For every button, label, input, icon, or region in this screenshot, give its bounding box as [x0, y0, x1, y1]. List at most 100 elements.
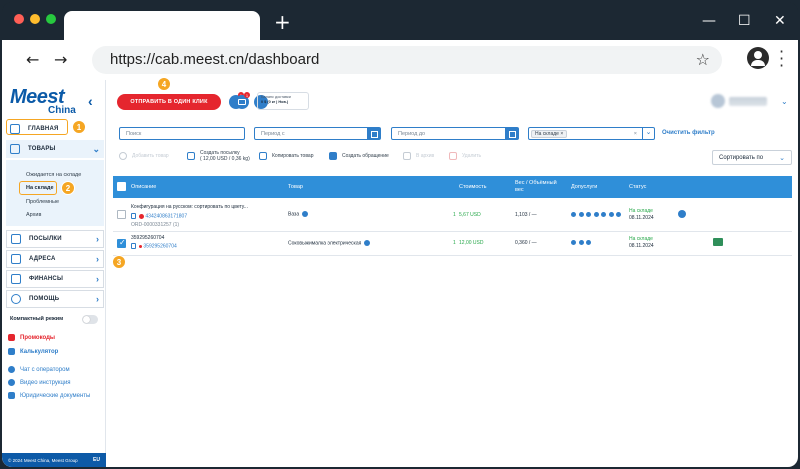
row-price: 12,00 USD	[459, 240, 484, 246]
archive-button[interactable]: В архив	[403, 152, 434, 160]
sidebar-item-addresses[interactable]: АДРЕСА ›	[6, 250, 104, 268]
row-tracking: 359295260704	[131, 243, 177, 249]
col-weight[interactable]: Вес / Объёмный вес	[515, 180, 561, 194]
col-product[interactable]: Товар	[288, 184, 303, 190]
main-content: ОТПРАВИТЬ В ОДИН КЛИК 1 Баланс доставки …	[107, 77, 798, 467]
address-bar: ← → https://cab.meest.cn/dashboard ☆ · · ·	[2, 40, 798, 80]
sidebar-item-products[interactable]: ТОВАРЫ ⌄	[6, 140, 104, 158]
chevron-down-icon: ⌄	[92, 143, 100, 154]
minimize-dot[interactable]	[30, 14, 40, 24]
url-field[interactable]: https://cab.meest.cn/dashboard ☆	[92, 46, 722, 74]
period-to-placeholder: Период до	[398, 130, 426, 137]
search-input[interactable]: Поиск	[119, 127, 245, 140]
minimize-window-button[interactable]: —	[702, 13, 716, 29]
sort-select[interactable]: Сортировать по ⌄	[712, 150, 792, 165]
service-icon[interactable]	[571, 212, 576, 217]
compact-mode-toggle[interactable]	[82, 315, 98, 324]
gift-icon	[8, 334, 15, 341]
bookmark-star-icon[interactable]: ☆	[696, 50, 710, 69]
service-icon[interactable]	[571, 240, 576, 245]
submenu-expected[interactable]: Ожидается на складе	[26, 172, 81, 178]
service-icon[interactable]	[616, 212, 621, 217]
clear-filter-link[interactable]: Очистить фильтр	[662, 130, 715, 136]
add-product-button[interactable]: Добавить товар	[119, 152, 169, 160]
tracking-link[interactable]: 359295260704	[143, 243, 176, 249]
status-tag: На складе ×	[531, 129, 568, 138]
calendar-icon[interactable]	[367, 128, 380, 139]
browser-menu-icon[interactable]: · · ·	[779, 44, 784, 74]
copy-icon[interactable]	[131, 243, 136, 249]
service-icon[interactable]	[593, 212, 599, 217]
sidebar-item-label: ПОСЫЛКИ	[29, 236, 62, 242]
submenu-archive[interactable]: Архив	[26, 212, 41, 218]
sidebar-item-label: ТОВАРЫ	[28, 146, 56, 152]
info-icon[interactable]	[364, 240, 371, 246]
service-icon[interactable]	[578, 240, 584, 245]
chevron-down-icon[interactable]: ⌄	[642, 128, 654, 139]
period-to-input[interactable]: Период до	[391, 127, 519, 140]
delete-button[interactable]: Удалить	[449, 152, 481, 160]
marker-2: 2	[61, 181, 75, 195]
create-parcel-button[interactable]: Создать посылку ( 12,00 USD / 0,36 kg)	[187, 150, 250, 162]
service-icon[interactable]	[586, 212, 591, 217]
send-one-click-button[interactable]: ОТПРАВИТЬ В ОДИН КЛИК	[117, 94, 221, 110]
service-icon[interactable]	[586, 240, 591, 245]
status-date: 08.11.2024	[629, 243, 654, 249]
tag-remove-icon[interactable]: ×	[560, 131, 563, 137]
info-icon[interactable]	[302, 211, 309, 217]
create-request-button[interactable]: Создать обращение	[329, 152, 389, 160]
profile-icon[interactable]	[747, 47, 769, 69]
table-row[interactable]: Конфигурация на русском: сортировать по …	[113, 198, 792, 232]
sidebar-item-finance[interactable]: ФИНАНСЫ ›	[6, 270, 104, 288]
forward-arrow-icon[interactable]: →	[54, 50, 67, 69]
language-switch[interactable]: EU	[93, 457, 100, 463]
submenu-problem[interactable]: Проблемные	[26, 199, 59, 205]
close-dot[interactable]	[14, 14, 24, 24]
plus-icon	[119, 152, 127, 160]
service-icon[interactable]	[608, 212, 614, 217]
calculator-link[interactable]: Калькулятор	[8, 348, 58, 355]
clear-select-icon[interactable]: ×	[634, 131, 637, 137]
chat-link[interactable]: Чат с оператором	[8, 366, 70, 373]
product-name: Ваза	[288, 211, 300, 218]
calendar-icon[interactable]	[505, 128, 518, 139]
status-select[interactable]: На складе × × ⌄	[528, 127, 655, 140]
select-all-checkbox[interactable]	[117, 182, 126, 191]
highlight-in-stock	[19, 181, 57, 195]
video-link[interactable]: Видео инструкция	[8, 379, 71, 386]
new-tab-button[interactable]: +	[274, 12, 291, 32]
calculator-label: Калькулятор	[20, 348, 59, 355]
sidebar-item-help[interactable]: ПОМОЩЬ ›	[6, 290, 104, 308]
user-menu[interactable]: ⌄	[711, 94, 788, 108]
delivery-balance: Баланс доставки 0 $ (0 кг | Нов.)	[257, 92, 309, 110]
tracking-link[interactable]: 434240863171807	[145, 213, 187, 219]
sidebar-footer: © 2024 Meest China, Meest Group EU	[2, 453, 106, 467]
service-icon[interactable]	[578, 212, 584, 217]
period-from-input[interactable]: Период с	[254, 127, 381, 140]
col-status[interactable]: Статус	[629, 184, 646, 190]
browser-tab[interactable]	[64, 11, 260, 41]
maximize-window-button[interactable]: ☐	[738, 13, 751, 29]
service-icon[interactable]	[601, 212, 606, 217]
eye-icon[interactable]	[678, 210, 686, 218]
col-cost[interactable]: Стоимость	[459, 184, 487, 190]
close-window-button[interactable]: ✕	[774, 13, 786, 29]
promo-link[interactable]: Промокоды	[8, 334, 55, 341]
meest-logo[interactable]: Meest China	[10, 86, 76, 116]
row-product: Ваза	[288, 211, 309, 218]
table-row[interactable]: 359295260704 359295260704 Соковыжималка …	[113, 232, 792, 256]
zoom-dot[interactable]	[46, 14, 56, 24]
collapse-sidebar-icon[interactable]: ‹	[88, 93, 93, 109]
sidebar-item-parcels[interactable]: ПОСЫЛКИ ›	[6, 230, 104, 248]
copy-icon[interactable]	[131, 213, 136, 219]
row-checkbox[interactable]	[117, 210, 126, 219]
parcel-icon	[187, 152, 195, 160]
row-checkbox[interactable]	[117, 238, 126, 248]
legal-link[interactable]: Юридические документы	[8, 392, 90, 399]
back-arrow-icon[interactable]: ←	[26, 50, 39, 69]
product-name: Соковыжималка электрическая	[288, 240, 362, 247]
col-description[interactable]: Описание	[131, 184, 156, 190]
col-services[interactable]: Допуслуги	[571, 184, 597, 190]
mail-check-icon[interactable]	[713, 238, 723, 246]
copy-product-button[interactable]: Копировать товар	[259, 152, 314, 160]
